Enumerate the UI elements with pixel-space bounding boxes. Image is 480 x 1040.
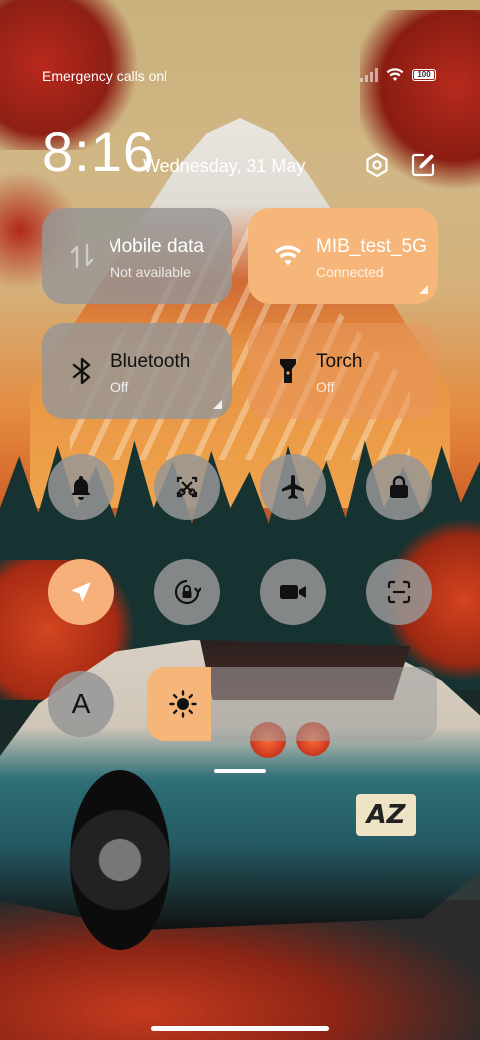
clock[interactable]: 8:16 [42, 122, 155, 182]
rotation-lock-icon [174, 579, 201, 605]
scan-icon [387, 580, 411, 604]
toggle-silent[interactable] [48, 454, 114, 520]
settings-button[interactable] [362, 150, 392, 180]
wifi-icon [386, 68, 404, 81]
toggle-scanner[interactable] [366, 559, 432, 625]
screenshot-icon [176, 476, 198, 498]
torch-icon [274, 357, 302, 385]
toggle-video-camera[interactable] [260, 559, 326, 625]
wifi-icon [274, 242, 302, 270]
tile-torch[interactable]: Torch Off [248, 323, 438, 419]
edit-icon [411, 153, 435, 177]
brightness-slider[interactable] [147, 667, 437, 741]
wallpaper-wheel [70, 770, 170, 950]
panel-handle[interactable] [214, 769, 266, 773]
carrier-text: Emergency calls only [42, 68, 166, 84]
lock-icon [390, 475, 408, 498]
tile-subtitle: Off [316, 379, 335, 395]
tile-mobile-data[interactable]: Mobile data Not available [42, 208, 232, 304]
video-camera-icon [280, 585, 306, 599]
tile-subtitle: Not available [110, 264, 191, 280]
battery-label: 100 [414, 71, 434, 79]
tile-title: MIB_test_5G [316, 236, 426, 257]
location-icon [71, 582, 91, 602]
battery-icon: 100 [412, 69, 436, 81]
bell-icon [72, 476, 90, 500]
status-icons: 100 [360, 68, 436, 82]
bluetooth-icon [68, 357, 96, 385]
airplane-icon [282, 475, 304, 499]
tile-title: Bluetooth [110, 351, 191, 372]
signal-icon [360, 68, 378, 82]
date-label[interactable]: Wednesday, 31 May [143, 156, 305, 177]
toggle-lock[interactable] [366, 454, 432, 520]
toggle-screenshot[interactable] [154, 454, 220, 520]
mobile-data-icon [68, 242, 96, 270]
toggle-location[interactable] [48, 559, 114, 625]
tile-subtitle: Connected [316, 264, 384, 280]
gear-icon [366, 152, 388, 178]
expand-corner-icon[interactable] [419, 285, 428, 294]
tile-bluetooth[interactable]: Bluetooth Off [42, 323, 232, 419]
expand-corner-icon[interactable] [213, 400, 222, 409]
edit-button[interactable] [408, 150, 438, 180]
sun-icon [169, 690, 197, 718]
auto-brightness-button[interactable]: A [48, 671, 114, 737]
tile-title: Torch [316, 351, 363, 372]
toggle-airplane[interactable] [260, 454, 326, 520]
home-indicator[interactable] [151, 1026, 329, 1031]
status-bar: Emergency calls only 100 [0, 62, 480, 90]
toggle-rotation-lock[interactable] [154, 559, 220, 625]
wallpaper-license-plate: AZ [356, 794, 416, 836]
tile-title: Mobile data [110, 236, 204, 257]
tile-subtitle: Off [110, 379, 129, 395]
auto-brightness-label: A [71, 688, 91, 719]
tile-wifi[interactable]: MIB_test_5G Connected [248, 208, 438, 304]
